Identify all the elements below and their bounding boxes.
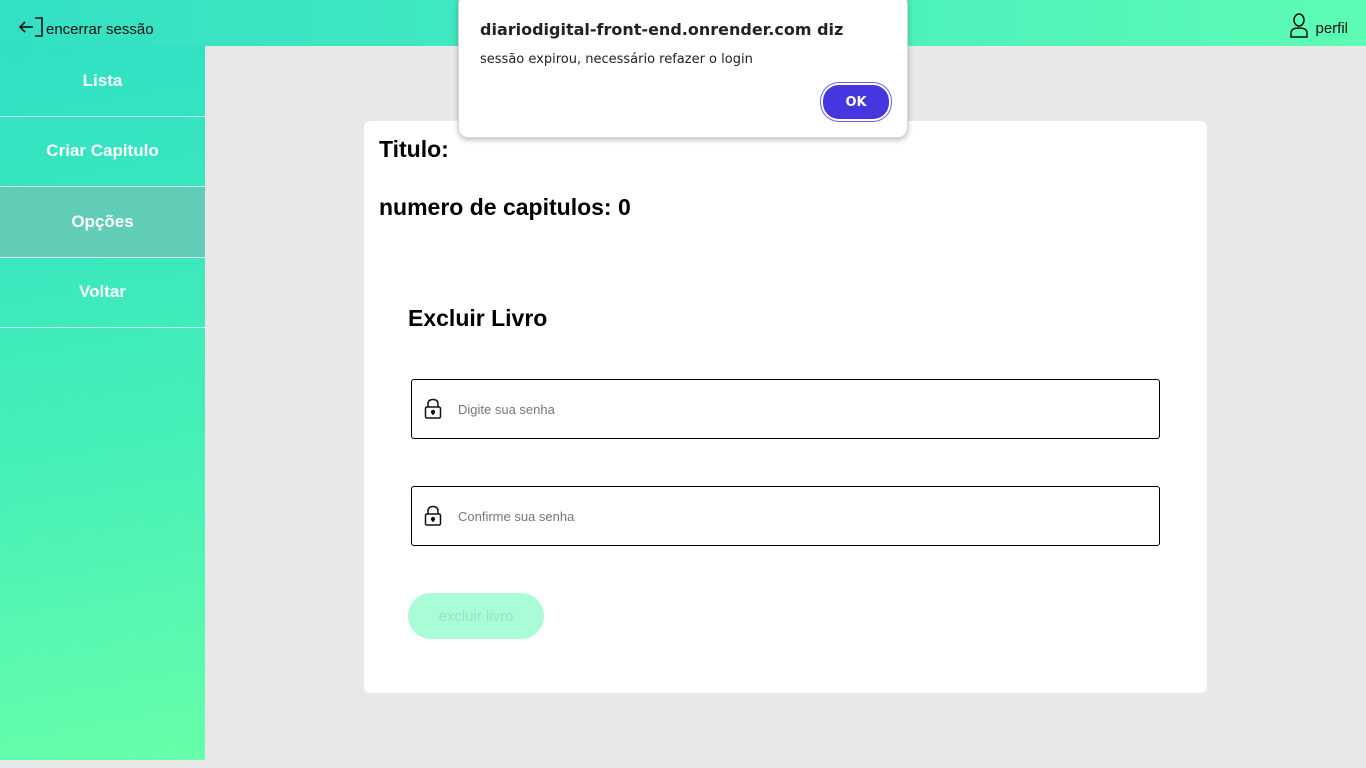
password-field bbox=[411, 379, 1160, 439]
ok-button[interactable]: OK bbox=[823, 85, 889, 119]
chapter-count-label: numero de capitulos: 0 bbox=[379, 194, 631, 220]
confirm-password-input[interactable] bbox=[458, 508, 1138, 524]
delete-book-button[interactable]: excluir livro bbox=[408, 593, 544, 639]
sidebar-item-voltar[interactable]: Voltar bbox=[0, 258, 205, 328]
logout-button[interactable]: encerrar sessão bbox=[18, 9, 154, 39]
sidebar-item-opcoes[interactable]: Opções bbox=[0, 187, 205, 258]
logout-label: encerrar sessão bbox=[46, 21, 154, 38]
alert-dialog: diariodigital-front-end.onrender.com diz… bbox=[458, 0, 908, 138]
sidebar: Lista Criar Capitulo Opções Voltar bbox=[0, 46, 205, 760]
lock-icon bbox=[424, 505, 442, 526]
sidebar-item-lista[interactable]: Lista bbox=[0, 46, 205, 117]
password-input[interactable] bbox=[458, 401, 1138, 417]
sidebar-item-criar-capitulo[interactable]: Criar Capitulo bbox=[0, 117, 205, 187]
profile-label: perfil bbox=[1315, 20, 1348, 37]
bottom-strip bbox=[0, 760, 1366, 768]
dialog-title: diariodigital-front-end.onrender.com diz bbox=[480, 20, 844, 39]
dialog-message: sessão expirou, necessário refazer o log… bbox=[480, 52, 753, 67]
user-icon bbox=[1290, 13, 1309, 38]
profile-button[interactable]: perfil bbox=[1289, 8, 1348, 38]
book-options-card: Titulo: numero de capitulos: 0 Excluir L… bbox=[364, 121, 1207, 693]
delete-book-heading: Excluir Livro bbox=[408, 305, 548, 331]
lock-icon bbox=[424, 398, 442, 419]
confirm-password-field bbox=[411, 486, 1160, 546]
logout-icon bbox=[18, 17, 43, 37]
book-title-label: Titulo: bbox=[379, 136, 449, 162]
